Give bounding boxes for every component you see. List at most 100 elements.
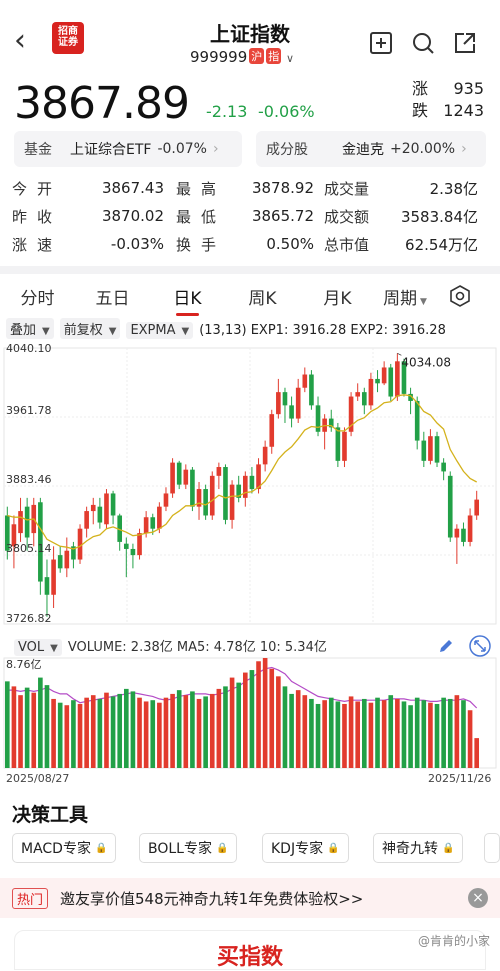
volume-bar	[130, 691, 136, 768]
candle-body	[24, 506, 30, 538]
stat-label: 成交量	[324, 179, 370, 198]
volume-bar	[110, 696, 116, 768]
volume-bar	[170, 693, 175, 768]
promo-banner[interactable]: 热门 邀友享价值548元神奇九转1年免费体验权>> ×	[0, 878, 500, 918]
y-axis-label: 3805.14	[6, 542, 52, 555]
volume-bar	[461, 700, 466, 768]
top-component[interactable]: 成分股 金迪克 +20.00% ›	[256, 131, 486, 167]
candle-body	[441, 462, 446, 472]
volume-bar	[31, 692, 37, 768]
volume-bar	[90, 695, 96, 768]
candle-body	[302, 374, 308, 388]
stock-code-selector[interactable]: 999999 沪指 ∨	[190, 48, 294, 66]
volume-bar	[276, 676, 281, 768]
caret-down-icon: ▼	[181, 326, 190, 337]
settings-icon[interactable]	[449, 285, 471, 307]
buy-index-card[interactable]: 买指数	[14, 930, 486, 970]
y-axis-label: 3726.82	[6, 612, 52, 625]
volume-bar	[117, 693, 123, 768]
up-label: 涨	[411, 79, 428, 98]
tab-daily-k[interactable]: 日K	[150, 284, 225, 316]
tool-boll[interactable]: BOLL专家 🔒	[139, 833, 238, 863]
candle-body	[176, 462, 182, 485]
y-axis-label: 3883.46	[6, 473, 52, 486]
candle-body	[414, 400, 420, 441]
volume-bar	[368, 702, 374, 768]
stat-label: 换手	[176, 235, 227, 254]
stat-label: 成交额	[324, 207, 370, 226]
tool-label: 神奇九转	[382, 841, 438, 857]
tab-weekly-k[interactable]: 周K	[225, 284, 300, 309]
candle-body	[84, 511, 89, 529]
candle-body	[276, 392, 281, 415]
up-count: 935	[453, 79, 484, 98]
tools-title: 决策工具	[12, 804, 89, 826]
stat-value: 62.54万亿	[405, 235, 478, 254]
section-divider	[0, 266, 500, 274]
tool-label: BOLL专家	[148, 841, 212, 857]
candle-body	[77, 528, 83, 560]
candle-body	[335, 427, 341, 461]
lock-icon: 🔒	[327, 842, 340, 854]
tab-monthly-k[interactable]: 月K	[300, 284, 375, 309]
add-watchlist-icon[interactable]	[368, 30, 394, 56]
share-icon[interactable]	[452, 30, 478, 56]
volume-bar	[282, 686, 288, 768]
indicator-dropdown[interactable]: EXPMA ▼	[126, 322, 194, 339]
related-fund[interactable]: 基金 上证综合ETF -0.07% ›	[14, 131, 242, 167]
expand-icon[interactable]	[468, 634, 492, 658]
volume-bar	[18, 695, 23, 768]
component-name: 金迪克	[342, 142, 384, 158]
edit-icon[interactable]	[436, 636, 456, 656]
volume-bar	[434, 703, 440, 768]
volume-bar	[229, 677, 235, 768]
volume-bar	[77, 703, 83, 768]
overlay-dropdown[interactable]: 叠加 ▼	[6, 318, 54, 339]
volume-bar	[242, 672, 248, 768]
volume-bar	[183, 695, 189, 768]
tab-intraday[interactable]: 分时	[0, 284, 75, 309]
stat-label: 昨收	[12, 207, 63, 226]
candle-body	[123, 543, 129, 549]
volume-bar	[157, 702, 162, 768]
index-tag: 指	[266, 48, 282, 64]
fund-label: 基金	[24, 142, 52, 158]
stat-value: -0.03%	[110, 235, 164, 253]
candle-body	[110, 493, 116, 516]
tool-label: MACD专家	[21, 841, 91, 857]
volume-dropdown[interactable]: VOL ▼	[14, 639, 62, 656]
stat-label: 今开	[12, 179, 63, 198]
candle-body	[355, 392, 361, 397]
volume-bar	[216, 688, 222, 768]
volume-header: VOL ▼ VOLUME: 2.38亿 MA5: 4.78亿 10: 5.34亿	[14, 636, 327, 656]
tool-kdj[interactable]: KDJ专家 🔒	[262, 833, 349, 863]
tool-macd[interactable]: MACD专家 🔒	[12, 833, 117, 863]
period-tabs: 分时 五日 日K 周K 月K 周期 ▼	[0, 278, 500, 316]
volume-bar	[143, 701, 149, 768]
chevron-down-icon: ∨	[286, 52, 295, 65]
tool-more[interactable]	[484, 833, 500, 863]
component-pct: +20.00%	[390, 141, 456, 157]
volume-bar	[236, 682, 242, 768]
volume-bar	[137, 697, 142, 768]
candle-body	[249, 475, 255, 490]
volume-bar	[71, 700, 76, 768]
stat-label: 总市值	[324, 235, 370, 254]
adjust-dropdown[interactable]: 前复权 ▼	[59, 318, 121, 339]
tab-period[interactable]: 周期 ▼	[375, 284, 435, 309]
down-count: 1243	[443, 101, 484, 120]
volume-bar	[64, 705, 70, 768]
candle-body	[90, 504, 96, 512]
tool-magic-nine[interactable]: 神奇九转 🔒	[373, 833, 464, 863]
tab-five-day[interactable]: 五日	[75, 284, 150, 309]
volume-max-label: 8.76亿	[6, 658, 42, 671]
kline-chart[interactable]: 4040.10 3961.78 3883.46 3805.14 3726.82 4034.…	[0, 340, 500, 770]
search-icon[interactable]	[410, 30, 436, 56]
volume-bar	[381, 700, 387, 768]
last-price: 3867.89	[14, 78, 190, 129]
candle-body	[467, 515, 473, 542]
volume-bar	[38, 677, 43, 768]
fund-name: 上证综合ETF	[70, 142, 152, 158]
close-icon[interactable]: ×	[468, 888, 488, 908]
stats-row: 昨收 3870.02 最低 3865.72 成交额 3583.84亿	[12, 202, 492, 230]
